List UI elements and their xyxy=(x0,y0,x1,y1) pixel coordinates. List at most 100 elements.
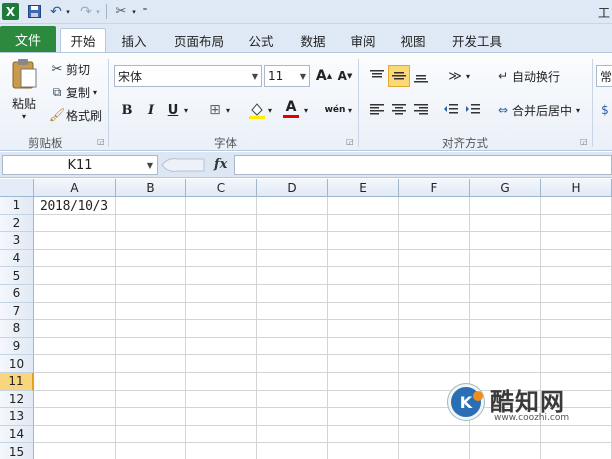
copy-button[interactable]: ⧉ 复制 ▾ xyxy=(48,82,97,102)
gridline-horizontal xyxy=(34,319,612,321)
underline-dropdown-icon[interactable]: ▾ xyxy=(180,99,192,121)
format-painter-label: 格式刷 xyxy=(66,108,103,123)
window-title: 工 xyxy=(597,6,610,20)
column-header-d[interactable]: D xyxy=(257,179,328,197)
borders-dropdown-icon[interactable]: ▾ xyxy=(222,99,234,121)
alignment-launcher-icon[interactable]: ◲ xyxy=(580,137,588,146)
column-header-e[interactable]: E xyxy=(328,179,399,197)
paste-button[interactable]: 粘贴 ▾ xyxy=(6,57,42,131)
wrap-text-button[interactable]: ↵ 自动换行 xyxy=(494,65,560,87)
row-header-6[interactable]: 6 xyxy=(0,285,34,303)
gridline-horizontal xyxy=(34,213,612,215)
copy-dropdown-icon[interactable]: ▾ xyxy=(93,88,97,97)
tab-developer[interactable]: 开发工具 xyxy=(444,28,510,52)
tab-home[interactable]: 开始 xyxy=(60,28,106,52)
tab-review[interactable]: 审阅 xyxy=(342,28,384,52)
chevron-down-icon[interactable]: ▼ xyxy=(300,72,306,81)
font-name-combo[interactable]: 宋体 ▼ xyxy=(114,65,262,87)
select-all-corner[interactable] xyxy=(0,179,34,197)
italic-button[interactable]: I xyxy=(140,99,162,121)
redo-dropdown-icon[interactable]: ▾ xyxy=(94,3,102,20)
grow-font-icon[interactable]: A ▲ xyxy=(313,65,335,87)
number-format-value: 常 xyxy=(600,69,612,84)
shrink-font-icon[interactable]: A ▼ xyxy=(334,65,356,87)
align-left-icon[interactable] xyxy=(366,99,388,121)
align-top-icon[interactable] xyxy=(366,65,388,87)
clipboard-launcher-icon[interactable]: ◲ xyxy=(97,137,105,146)
undo-dropdown-icon[interactable]: ▾ xyxy=(64,3,72,20)
row-header-3[interactable]: 3 xyxy=(0,232,34,250)
column-header-b[interactable]: B xyxy=(116,179,186,197)
merge-dropdown-icon[interactable]: ▾ xyxy=(576,106,580,115)
formula-bar-resize-icon[interactable] xyxy=(160,156,206,174)
column-header-g[interactable]: G xyxy=(470,179,541,197)
chevron-down-icon[interactable]: ▼ xyxy=(252,72,258,81)
row-header-8[interactable]: 8 xyxy=(0,320,34,338)
formula-bar: K11 ▼ fx xyxy=(0,152,612,178)
row-header-5[interactable]: 5 xyxy=(0,267,34,285)
cell-a1[interactable]: 2018/10/3 xyxy=(40,198,108,215)
gridline-horizontal xyxy=(34,354,612,356)
phonetic-dropdown-icon[interactable]: ▾ xyxy=(344,99,356,121)
fill-color-dropdown-icon[interactable]: ▾ xyxy=(264,99,276,121)
tab-page-layout[interactable]: 页面布局 xyxy=(166,28,232,52)
font-launcher-icon[interactable]: ◲ xyxy=(346,137,354,146)
row-header-1[interactable]: 1 xyxy=(0,197,34,215)
font-color-icon[interactable]: A xyxy=(280,97,302,119)
chevron-down-icon[interactable]: ▼ xyxy=(147,161,153,170)
wrap-text-label: 自动换行 xyxy=(512,69,561,84)
row-header-2[interactable]: 2 xyxy=(0,214,34,233)
undo-icon[interactable]: ↶ xyxy=(48,3,64,20)
tab-data[interactable]: 数据 xyxy=(292,28,334,52)
customize-qat-icon[interactable]: ⁼ xyxy=(140,3,150,20)
column-header-h[interactable]: H xyxy=(541,179,612,197)
font-color-dropdown-icon[interactable]: ▾ xyxy=(300,99,312,121)
row-header-7[interactable]: 7 xyxy=(0,302,34,321)
currency-icon[interactable]: $ xyxy=(598,99,612,121)
font-size-combo[interactable]: 11 ▼ xyxy=(264,65,310,87)
align-center-icon[interactable] xyxy=(388,99,410,121)
row-header-9[interactable]: 9 xyxy=(0,337,34,356)
font-group-label: 字体 xyxy=(214,136,237,150)
align-bottom-icon[interactable] xyxy=(410,65,432,87)
row-header-15[interactable]: 15 xyxy=(0,443,34,459)
tab-file[interactable]: 文件 xyxy=(0,26,56,52)
save-icon[interactable] xyxy=(26,3,42,20)
increase-indent-icon[interactable] xyxy=(462,99,484,121)
row-header-13[interactable]: 13 xyxy=(0,408,34,426)
column-header-a[interactable]: A xyxy=(34,179,116,197)
redo-icon[interactable]: ↷ xyxy=(78,3,94,20)
number-format-combo[interactable]: 常 xyxy=(596,65,612,87)
ribbon-home: 粘贴 ▾ ✂ 剪切 ⧉ 复制 ▾ 🖌 格式刷 剪贴板 ◲ 宋体 ▼ 11 ▼ A… xyxy=(0,52,612,151)
align-middle-icon[interactable] xyxy=(388,65,410,87)
tools-icon[interactable]: ✂ xyxy=(112,3,130,20)
row-header-11[interactable]: 11 xyxy=(0,373,34,391)
gridline-vertical xyxy=(256,197,257,459)
copy-icon: ⧉ xyxy=(52,84,62,99)
orientation-dropdown-icon[interactable]: ▾ xyxy=(462,65,474,87)
cut-button[interactable]: ✂ 剪切 xyxy=(48,59,90,79)
merge-center-button[interactable]: ⇔ 合并后居中 ▾ xyxy=(494,99,580,121)
tab-insert[interactable]: 插入 xyxy=(112,28,156,52)
row-header-12[interactable]: 12 xyxy=(0,390,34,409)
align-right-icon[interactable] xyxy=(410,99,432,121)
formula-input[interactable] xyxy=(234,155,612,175)
tab-formulas[interactable]: 公式 xyxy=(240,28,282,52)
insert-function-icon[interactable]: fx xyxy=(214,157,227,172)
wrap-text-icon: ↵ xyxy=(497,69,509,83)
tools-dropdown-icon[interactable]: ▾ xyxy=(130,3,138,20)
font-size-value: 11 xyxy=(268,69,284,83)
alignment-group-label: 对齐方式 xyxy=(442,136,488,150)
column-header-f[interactable]: F xyxy=(399,179,470,197)
row-header-14[interactable]: 14 xyxy=(0,425,34,444)
paste-dropdown-icon[interactable]: ▾ xyxy=(22,112,26,121)
row-header-4[interactable]: 4 xyxy=(0,249,34,268)
row-header-10[interactable]: 10 xyxy=(0,355,34,373)
gridline-horizontal xyxy=(34,301,612,303)
name-box[interactable]: K11 ▼ xyxy=(2,155,158,175)
tab-view[interactable]: 视图 xyxy=(392,28,434,52)
format-painter-button[interactable]: 🖌 格式刷 xyxy=(48,105,102,125)
decrease-indent-icon[interactable] xyxy=(440,99,462,121)
bold-button[interactable]: B xyxy=(116,99,138,121)
column-header-c[interactable]: C xyxy=(186,179,257,197)
